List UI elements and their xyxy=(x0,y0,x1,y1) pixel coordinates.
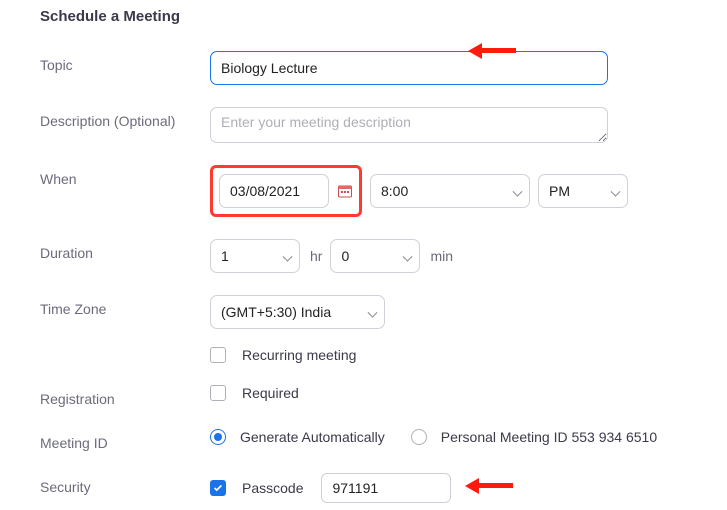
when-label: When xyxy=(40,165,210,187)
highlight-annotation xyxy=(210,165,362,217)
ampm-select[interactable]: PM xyxy=(538,174,628,208)
duration-hours-value: 1 xyxy=(221,248,229,264)
description-label: Description (Optional) xyxy=(40,107,210,129)
arrow-annotation-icon xyxy=(480,48,516,58)
ampm-value: PM xyxy=(549,183,570,199)
hours-unit: hr xyxy=(310,248,322,264)
timezone-value: (GMT+5:30) India xyxy=(221,304,331,320)
page-title: Schedule a Meeting xyxy=(40,8,727,25)
arrow-annotation-icon xyxy=(477,483,513,493)
passcode-input[interactable] xyxy=(321,473,451,503)
meeting-id-auto-label: Generate Automatically xyxy=(240,429,385,445)
chevron-down-icon xyxy=(612,182,619,198)
chevron-down-icon xyxy=(284,247,291,263)
recurring-label: Recurring meeting xyxy=(242,347,356,363)
date-input[interactable] xyxy=(219,174,329,208)
calendar-icon[interactable] xyxy=(337,183,353,199)
meeting-id-label: Meeting ID xyxy=(40,429,210,451)
meeting-id-auto-radio[interactable] xyxy=(210,429,226,445)
meeting-id-personal-label: Personal Meeting ID 553 934 6510 xyxy=(441,429,657,445)
passcode-label: Passcode xyxy=(242,480,303,496)
duration-hours-select[interactable]: 1 xyxy=(210,239,300,273)
duration-minutes-value: 0 xyxy=(341,248,349,264)
timezone-label: Time Zone xyxy=(40,295,210,317)
duration-minutes-select[interactable]: 0 xyxy=(330,239,420,273)
topic-input[interactable] xyxy=(210,51,608,85)
recurring-checkbox[interactable] xyxy=(210,347,226,363)
timezone-select[interactable]: (GMT+5:30) India xyxy=(210,295,385,329)
minutes-unit: min xyxy=(430,248,453,264)
registration-label: Registration xyxy=(40,385,210,407)
duration-label: Duration xyxy=(40,239,210,261)
description-input[interactable] xyxy=(210,107,608,143)
security-label: Security xyxy=(40,473,210,495)
time-value: 8:00 xyxy=(381,183,408,199)
topic-label: Topic xyxy=(40,51,210,73)
meeting-id-personal-radio[interactable] xyxy=(411,429,427,445)
time-select[interactable]: 8:00 xyxy=(370,174,530,208)
chevron-down-icon xyxy=(514,182,521,198)
chevron-down-icon xyxy=(404,247,411,263)
chevron-down-icon xyxy=(369,303,376,319)
registration-checkbox[interactable] xyxy=(210,385,226,401)
registration-required-label: Required xyxy=(242,385,299,401)
passcode-checkbox[interactable] xyxy=(210,480,226,496)
